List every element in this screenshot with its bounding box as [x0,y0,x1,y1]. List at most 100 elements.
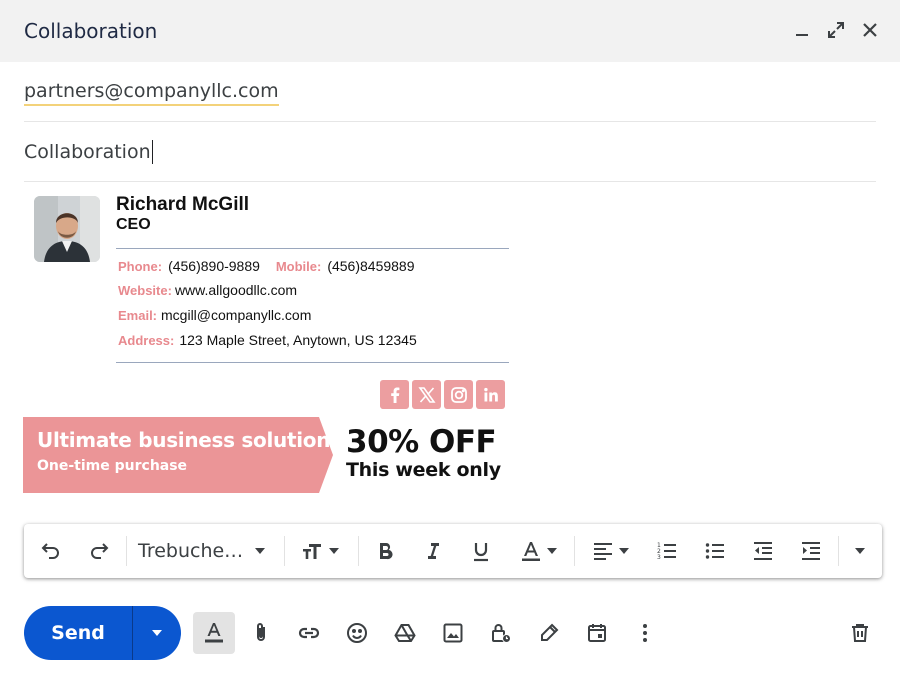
discard-draft-button[interactable] [839,612,881,654]
minimize-button[interactable] [790,18,814,42]
more-options-icon [643,624,647,642]
bold-icon [380,542,393,560]
signature-name: Richard McGill [116,194,250,215]
text-color-icon [522,542,540,561]
font-name: Trebuche… [138,540,244,562]
promo-banner[interactable]: Ultimate business solution One-time purc… [23,417,513,493]
offer-subline: This week only [346,459,501,481]
drive-icon [394,624,416,642]
bold-button[interactable] [370,534,400,568]
svg-text:3: 3 [657,554,661,561]
website-link[interactable]: www.allgoodllc.com [175,282,297,298]
subject-field[interactable]: Collaboration [24,122,876,182]
signature-divider [116,248,509,249]
more-options-button[interactable] [624,612,666,654]
chevron-down-icon [619,548,629,554]
avatar [34,196,100,262]
phone-label: Phone: [118,259,163,274]
banner-subline: One-time purchase [37,458,188,474]
send-options-button[interactable] [133,606,181,660]
address-label: Address: [118,333,175,348]
align-icon [594,543,612,560]
bulleted-list-button[interactable] [700,534,730,568]
recipient-chip[interactable]: partners@companyllc.com [24,80,279,106]
insert-signature-button[interactable] [528,612,570,654]
phone-line: Phone: (456)890-9889 Mobile: (456)8459889 [118,258,415,274]
email-line: Email: mcgill@companyllc.com [118,307,311,323]
mobile-value[interactable]: (456)8459889 [327,258,414,274]
toolbar-separator [126,536,127,566]
font-selector[interactable]: Trebuche… [138,534,276,568]
underline-button[interactable] [466,534,496,568]
undo-icon [41,543,59,559]
insert-link-button[interactable] [288,612,330,654]
align-button[interactable] [586,534,636,568]
email-link[interactable]: mcgill@companyllc.com [161,307,311,323]
instagram-link[interactable] [444,380,473,409]
link-icon [298,627,320,639]
toolbar-separator [358,536,359,566]
to-field[interactable]: partners@companyllc.com [24,62,876,122]
toolbar-separator [574,536,575,566]
toolbar-separator [284,536,285,566]
facebook-icon [390,387,399,403]
attach-button[interactable] [240,612,282,654]
chevron-down-icon [152,630,162,636]
insert-photo-button[interactable] [432,612,474,654]
linkedin-link[interactable] [476,380,505,409]
photo-icon [443,623,463,643]
schedule-icon [588,624,606,642]
close-icon [863,23,877,37]
more-formatting-icon [855,548,865,554]
indent-less-button[interactable] [748,534,778,568]
subject-input[interactable]: Collaboration [24,141,151,163]
chevron-down-icon [547,548,557,554]
attach-icon [257,623,265,641]
insert-drive-button[interactable] [384,612,426,654]
send-button[interactable]: Send [24,606,132,660]
underline-icon [474,543,488,562]
italic-button[interactable] [418,534,448,568]
address-line: Address: 123 Maple Street, Anytown, US 12… [118,332,417,348]
compose-header: Collaboration [0,0,900,62]
numbered-list-button[interactable]: 123 [652,534,682,568]
discard-icon [852,624,868,642]
website-line: Website: www.allgoodllc.com [118,282,297,298]
instagram-icon [450,386,467,403]
signature-icon [541,623,559,641]
chevron-down-icon [329,548,339,554]
schedule-send-button[interactable] [576,612,618,654]
phone-value[interactable]: (456)890-9889 [168,258,260,274]
address-value: 123 Maple Street, Anytown, US 12345 [179,332,417,348]
text-size-button[interactable] [294,534,348,568]
close-button[interactable] [858,18,882,42]
send-button-group: Send [24,606,181,660]
window-controls [790,18,882,42]
linkedin-icon [483,387,498,401]
redo-button[interactable] [84,534,114,568]
fullscreen-button[interactable] [824,18,848,42]
confidential-mode-button[interactable] [480,612,522,654]
indent-more-icon [802,542,820,560]
insert-emoji-button[interactable] [336,612,378,654]
more-formatting-button[interactable] [848,534,872,568]
chevron-down-icon [255,548,266,554]
facebook-link[interactable] [380,380,409,409]
redo-icon [91,543,109,559]
bulleted-list-icon [705,543,724,559]
window-title: Collaboration [24,19,158,43]
offer-headline: 30% OFF [346,424,497,460]
undo-button[interactable] [36,534,66,568]
text-color-button[interactable] [514,534,564,568]
email-label: Email: [118,308,158,323]
emoji-icon [347,623,367,643]
x-link[interactable] [412,380,441,409]
indent-more-button[interactable] [796,534,826,568]
banner-headline: Ultimate business solution [37,428,331,452]
formatting-toolbar: Trebuche… 123 [24,524,882,578]
numbered-list-icon: 123 [657,542,676,561]
expand-icon [828,22,844,38]
signature-divider-bottom [116,362,509,363]
toolbar-separator [838,536,839,566]
formatting-options-button[interactable] [193,612,235,654]
